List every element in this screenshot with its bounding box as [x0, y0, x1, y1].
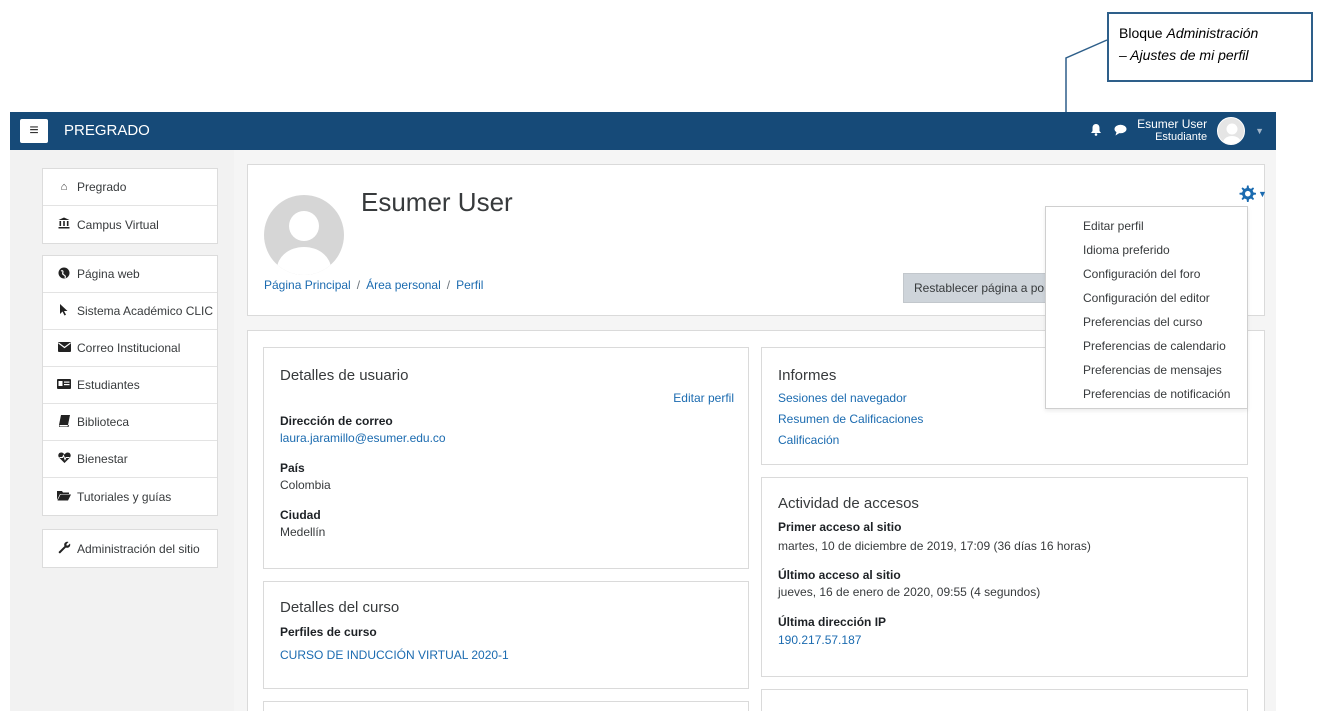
course-details-section: Detalles del curso Perfiles de curso CUR…: [263, 581, 749, 689]
sidebar-item-pregrado[interactable]: ⌂ Pregrado: [43, 169, 217, 206]
first-access-value: martes, 10 de diciembre de 2019, 17:09 (…: [778, 539, 1091, 553]
book-icon: [57, 414, 71, 430]
sidebar-item-label: Tutoriales y guías: [77, 489, 172, 504]
sidebar-item-label: Campus Virtual: [77, 217, 159, 232]
country-label: País: [280, 461, 305, 475]
bell-icon[interactable]: [1089, 123, 1103, 139]
folder-open-icon: [57, 490, 71, 504]
university-icon: [57, 217, 71, 232]
sidebar-item-administracion[interactable]: Administración del sitio: [43, 530, 217, 567]
callout-text-normal: Bloque: [1119, 25, 1167, 41]
report-link-sessions[interactable]: Sesiones del navegador: [778, 391, 907, 405]
menu-item-pref-calendario[interactable]: Preferencias de calendario: [1046, 334, 1247, 358]
section-title: Informes: [778, 367, 837, 384]
globe-icon: [57, 267, 71, 282]
sidebar-item-label: Correo Institucional: [77, 341, 181, 355]
user-details-section: Detalles de usuario Editar perfil Direcc…: [263, 347, 749, 569]
sidebar-item-tutoriales[interactable]: Tutoriales y guías: [43, 478, 217, 515]
miscellaneous-section: [263, 701, 749, 711]
menu-item-editar-perfil[interactable]: Editar perfil: [1046, 214, 1247, 238]
report-link-grade[interactable]: Calificación: [778, 433, 839, 447]
wrench-icon: [57, 541, 71, 557]
breadcrumb-item[interactable]: Área personal: [366, 278, 441, 292]
sidebar-item-label: Estudiantes: [77, 378, 140, 392]
chevron-down-icon[interactable]: ▼: [1258, 189, 1267, 199]
breadcrumb-item[interactable]: Página Principal: [264, 278, 351, 292]
section-title: Detalles de usuario: [280, 367, 409, 384]
chevron-down-icon[interactable]: ▼: [1255, 126, 1264, 136]
last-access-label: Último acceso al sitio: [778, 568, 901, 582]
menu-item-config-editor[interactable]: Configuración del editor: [1046, 286, 1247, 310]
menu-item-pref-notificacion[interactable]: Preferencias de notificación: [1046, 382, 1247, 406]
section-title: Detalles del curso: [280, 599, 400, 616]
navbar-user-area: Esumer User Estudiante ▼: [1089, 115, 1264, 147]
report-link-grades-summary[interactable]: Resumen de Calificaciones: [778, 412, 923, 426]
city-label: Ciudad: [280, 508, 321, 522]
menu-item-pref-curso[interactable]: Preferencias del curso: [1046, 310, 1247, 334]
city-value: Medellín: [280, 525, 326, 539]
breadcrumb: Página Principal / Área personal / Perfil: [264, 278, 483, 292]
breadcrumb-item[interactable]: Perfil: [456, 278, 483, 292]
user-menu[interactable]: Esumer User Estudiante: [1137, 118, 1207, 144]
top-navbar: ≡ PREGRADO Esumer User Estudiante ▼: [10, 112, 1276, 150]
user-role: Estudiante: [1155, 131, 1208, 143]
profile-avatar: [264, 195, 344, 275]
breadcrumb-separator: /: [356, 278, 361, 292]
sidebar-item-label: Bienestar: [77, 452, 128, 466]
sidebar-group-main: ⌂ Pregrado Campus Virtual: [42, 168, 218, 244]
sidebar-group-admin: Administración del sitio: [42, 529, 218, 568]
breadcrumb-separator: /: [446, 278, 451, 292]
course-link[interactable]: CURSO DE INDUCCIÓN VIRTUAL 2020-1: [280, 648, 509, 662]
chat-bubble-icon[interactable]: [1113, 124, 1127, 139]
menu-item-pref-mensajes[interactable]: Preferencias de mensajes: [1046, 358, 1247, 382]
section-title: Actividad de accesos: [778, 495, 919, 512]
hamburger-icon[interactable]: ≡: [20, 119, 48, 143]
sidebar-item-campus-virtual[interactable]: Campus Virtual: [43, 206, 217, 243]
email-value[interactable]: laura.jaramillo@esumer.edu.co: [280, 431, 446, 445]
sidebar-item-bienestar[interactable]: Bienestar: [43, 441, 217, 478]
email-label: Dirección de correo: [280, 414, 393, 428]
sidebar-item-biblioteca[interactable]: Biblioteca: [43, 404, 217, 441]
sidebar-item-label: Página web: [77, 267, 140, 281]
last-access-value: jueves, 16 de enero de 2020, 09:55 (4 se…: [778, 585, 1041, 599]
page: Bloque Administración – Ajustes de mi pe…: [0, 0, 1331, 711]
additional-section: [761, 689, 1248, 711]
menu-item-config-foro[interactable]: Configuración del foro: [1046, 262, 1247, 286]
admin-settings-menu: Editar perfil Idioma preferido Configura…: [1045, 206, 1248, 409]
envelope-icon: [57, 341, 71, 355]
course-profiles-label: Perfiles de curso: [280, 625, 377, 639]
sidebar-item-pagina-web[interactable]: Página web: [43, 256, 217, 293]
sidebar-item-label: Administración del sitio: [77, 541, 200, 556]
pointer-icon: [57, 303, 71, 319]
sidebar-item-estudiantes[interactable]: Estudiantes: [43, 367, 217, 404]
country-value: Colombia: [280, 478, 331, 492]
sidebar-item-label: Biblioteca: [77, 415, 130, 429]
last-ip-value[interactable]: 190.217.57.187: [778, 633, 861, 647]
callout-text-line2: – Ajustes de mi perfil: [1119, 47, 1249, 63]
id-card-icon: [57, 378, 71, 392]
callout-text-italic: Administración: [1166, 25, 1259, 41]
site-brand[interactable]: PREGRADO: [64, 122, 150, 139]
page-title: Esumer User: [361, 187, 513, 217]
heartbeat-icon: [57, 452, 71, 466]
edit-profile-link[interactable]: Editar perfil: [673, 391, 734, 405]
last-ip-label: Última dirección IP: [778, 615, 887, 629]
sidebar-item-sistema-academico[interactable]: Sistema Académico CLIC: [43, 293, 217, 330]
home-icon: ⌂: [60, 181, 68, 193]
gear-icon[interactable]: [1238, 185, 1256, 208]
access-activity-section: Actividad de accesos Primer acceso al si…: [761, 477, 1248, 677]
sidebar-group-links: Página web Sistema Académico CLIC Correo…: [42, 255, 218, 516]
avatar[interactable]: [1217, 117, 1246, 145]
menu-item-idioma[interactable]: Idioma preferido: [1046, 238, 1247, 262]
sidebar-item-correo[interactable]: Correo Institucional: [43, 330, 217, 367]
sidebar-item-label: Pregrado: [77, 180, 127, 194]
user-name: Esumer User: [1137, 117, 1208, 131]
first-access-label: Primer acceso al sitio: [778, 520, 902, 534]
annotation-callout: Bloque Administración – Ajustes de mi pe…: [1107, 12, 1313, 82]
sidebar-item-label: Sistema Académico CLIC: [77, 304, 214, 318]
